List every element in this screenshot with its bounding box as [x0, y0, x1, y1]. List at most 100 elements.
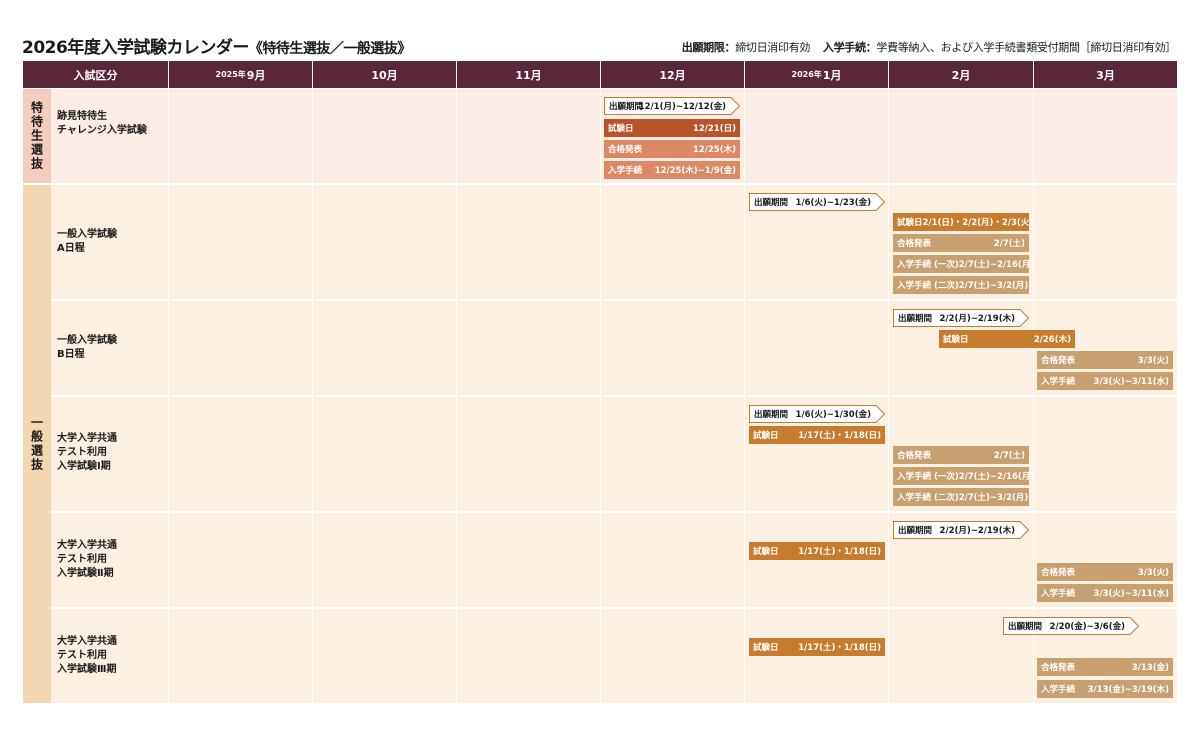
group-label-general: 一般選抜	[23, 185, 51, 703]
month-cell	[312, 397, 456, 511]
schedule-bar: 合格発表 3/13(金)	[1037, 658, 1173, 676]
schedule-bar: 入学手続 12/25(木)~1/9(金)	[604, 161, 740, 179]
bar-dates: 2/7(土)~3/2(月)	[958, 493, 1029, 503]
month-cell	[456, 609, 600, 703]
bar-name: 合格発表	[608, 145, 643, 155]
schedule-bar: 入学手続 3/3(火)~3/11(水)	[1037, 372, 1173, 390]
application-period-arrow: 出願期間 12/1(月)~12/12(金)	[604, 97, 740, 115]
header-year-2026: 2026年	[791, 70, 822, 79]
header-month-sep: 2025年 9月	[168, 61, 312, 88]
schedule-bar: 試験日 1/17(土)・1/18(日)	[749, 638, 885, 656]
legend-notes: 出願期限：締切日消印有効 入学手続：学費等納入、および入学手続書類受付期間［締切…	[681, 39, 1177, 55]
bar-dates: 2/7(土)	[993, 451, 1025, 461]
month-cell	[312, 609, 456, 703]
schedule-bar: 入学手続 3/13(金)~3/19(木)	[1037, 680, 1173, 698]
bar-name: 入学手続	[1041, 377, 1076, 387]
bar-dates: 3/13(金)~3/19(木)	[1087, 685, 1169, 695]
month-cell	[168, 301, 312, 395]
bar-name: 合格発表	[1041, 568, 1076, 578]
bar-dates: 2/2(月)~2/19(木)	[939, 526, 1015, 536]
month-cell	[456, 301, 600, 395]
exam-row-label: 一般入学試験 A日程	[57, 229, 117, 254]
bar-dates: 2/1(日)・2/2(月)・2/3(火)	[922, 218, 1034, 228]
month-cell	[312, 185, 456, 299]
schedule-bar: 試験日 1/17(土)・1/18(日)	[749, 542, 885, 560]
bar-dates: 12/21(日)	[692, 124, 736, 134]
schedule-bar: 合格発表 2/7(土)	[893, 234, 1029, 252]
month-cell	[312, 301, 456, 395]
schedule-bar: 入学手続 (二次) 2/7(土)~3/2(月)	[893, 276, 1029, 294]
month-cell	[456, 513, 600, 607]
month-cell	[456, 89, 600, 183]
bar-dates: 3/3(火)~3/11(水)	[1093, 589, 1169, 599]
schedule-bar: 入学手続 (一次) 2/7(土)~2/16(月)	[893, 255, 1034, 273]
bar-dates: 2/20(金)~3/6(金)	[1049, 622, 1125, 632]
application-period-arrow: 出願期間 2/20(金)~3/6(金)	[1003, 617, 1139, 635]
header-month-oct: 10月	[312, 61, 456, 88]
application-period-arrow: 出願期間 2/2(月)~2/19(木)	[893, 309, 1029, 327]
header-year-2025: 2025年	[215, 70, 246, 79]
month-cell	[744, 89, 888, 183]
page-title: 2026年度入学試験カレンダー《特待生選抜／一般選抜》	[22, 33, 411, 58]
bar-dates: 1/17(土)・1/18(日)	[798, 431, 881, 441]
month-cell	[600, 513, 744, 607]
schedule-bar: 入学手続 (二次) 2/7(土)~3/2(月)	[893, 488, 1029, 506]
bar-name: 試験日	[608, 124, 634, 134]
bar-name: 出願期間	[754, 410, 789, 420]
schedule-bar: 入学手続 (一次) 2/7(土)~2/16(月)	[893, 467, 1034, 485]
month-cell	[744, 609, 888, 703]
exam-row-label: 大学入学共通 テスト利用 入学試験Ⅰ期	[57, 433, 117, 472]
month-cell	[600, 185, 744, 299]
bar-name: 出願期間	[898, 314, 933, 324]
bar-name: 出願期間	[1008, 622, 1043, 632]
month-cell	[1033, 397, 1177, 511]
month-cell	[168, 185, 312, 299]
month-cell	[1033, 89, 1177, 183]
exam-row-label: 跡見特待生 チャレンジ入学試験	[57, 111, 147, 136]
bar-dates: 3/3(火)~3/11(水)	[1093, 377, 1169, 387]
bar-name: 入学手続 (二次)	[897, 281, 959, 291]
exam-row-label: 大学入学共通 テスト利用 入学試験Ⅲ期	[57, 636, 117, 675]
schedule-bar: 合格発表 3/3(火)	[1037, 351, 1173, 369]
schedule-bar: 合格発表 2/7(土)	[893, 446, 1029, 464]
exam-row-label: 一般入学試験 B日程	[57, 335, 117, 360]
schedule-bar: 入学手続 3/3(火)~3/11(水)	[1037, 584, 1173, 602]
month-cell	[168, 397, 312, 511]
header-month-mar: 3月	[1033, 61, 1177, 88]
application-label: 出願期限：	[681, 41, 736, 54]
schedule-bar: 試験日 2/26(木)	[939, 330, 1075, 348]
month-cell	[456, 185, 600, 299]
month-cell	[600, 609, 744, 703]
application-period-arrow: 出願期間 1/6(火)~1/23(金)	[749, 193, 885, 211]
month-cell	[888, 89, 1033, 183]
bar-name: 合格発表	[897, 451, 932, 461]
bar-name: 試験日	[753, 547, 779, 557]
bar-dates: 1/17(土)・1/18(日)	[798, 547, 881, 557]
title-sub: 《特待生選抜／一般選抜》	[248, 41, 412, 57]
group-label-special: 特待生選抜	[23, 89, 51, 183]
bar-name: 試験日	[753, 431, 779, 441]
bar-name: 試験日	[753, 643, 779, 653]
application-period-arrow: 出願期間 2/2(月)~2/19(木)	[893, 521, 1029, 539]
bar-dates: 12/25(木)~1/9(金)	[654, 166, 736, 176]
bar-name: 試験日	[943, 335, 969, 345]
header-category: 入試区分	[73, 68, 118, 82]
bar-name: 合格発表	[1041, 663, 1076, 673]
bar-name: 入学手続	[1041, 589, 1076, 599]
admission-text: 学費等納入、および入学手続書類受付期間［締切日消印有効］	[876, 41, 1176, 54]
bar-name: 入学手続	[608, 166, 643, 176]
bar-dates: 2/7(土)	[993, 239, 1025, 249]
bar-name: 出願期間	[898, 526, 933, 536]
schedule-bar: 合格発表 12/25(木)	[604, 140, 740, 158]
header-month-label: 9月	[246, 68, 266, 82]
bar-dates: 3/3(火)	[1137, 568, 1169, 578]
month-cell	[168, 513, 312, 607]
month-cell	[600, 397, 744, 511]
application-text: 締切日消印有効	[735, 41, 811, 54]
bar-dates: 1/17(土)・1/18(日)	[798, 643, 881, 653]
bar-name: 入学手続 (二次)	[897, 493, 959, 503]
month-cell	[744, 301, 888, 395]
schedule-bar: 試験日 2/1(日)・2/2(月)・2/3(火)	[893, 213, 1033, 231]
admission-label: 入学手続：	[822, 41, 877, 54]
bar-name: 入学手続 (一次)	[897, 260, 959, 270]
